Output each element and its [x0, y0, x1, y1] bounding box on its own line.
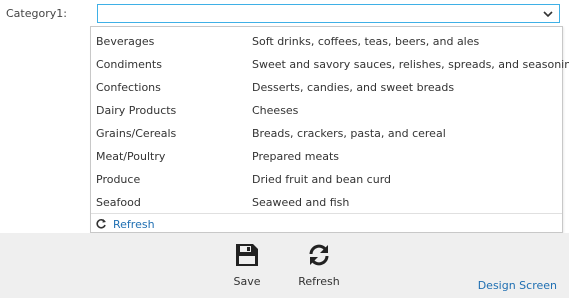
design-screen-link[interactable]: Design Screen: [478, 279, 557, 292]
list-item[interactable]: Meat/Poultry Prepared meats: [91, 144, 562, 167]
category-dropdown-list: Beverages Soft drinks, coffees, teas, be…: [90, 26, 569, 233]
category-description: Breads, crackers, pasta, and cereal: [252, 127, 446, 140]
floppy-disk-icon: [236, 244, 258, 266]
category-name: Confections: [96, 81, 161, 94]
category-description: Seaweed and fish: [252, 196, 350, 209]
refresh-icon: [309, 244, 329, 266]
category-description: Sweet and savory sauces, relishes, sprea…: [252, 58, 569, 71]
category-name: Condiments: [96, 58, 162, 71]
refresh-label: Refresh: [298, 275, 340, 288]
category-description: Soft drinks, coffees, teas, beers, and a…: [252, 35, 480, 48]
list-item[interactable]: Dairy Products Cheeses: [91, 98, 562, 121]
category-name: Beverages: [96, 35, 155, 48]
list-item[interactable]: Beverages Soft drinks, coffees, teas, be…: [91, 29, 562, 52]
list-item[interactable]: Grains/Cereals Breads, crackers, pasta, …: [91, 121, 562, 144]
refresh-button[interactable]: Refresh: [296, 233, 342, 298]
command-bar: Save Refresh Design Screen: [0, 233, 569, 298]
dropdown-refresh-label: Refresh: [113, 218, 155, 231]
list-item[interactable]: Produce Dried fruit and bean curd: [91, 167, 562, 190]
category-name: Meat/Poultry: [96, 150, 166, 163]
category-name: Grains/Cereals: [96, 127, 177, 140]
category-description: Desserts, candies, and sweet breads: [252, 81, 455, 94]
dropdown-divider: [91, 213, 562, 214]
refresh-icon: [96, 219, 106, 229]
category-combobox[interactable]: [97, 4, 560, 23]
save-label: Save: [233, 275, 261, 288]
category-description: Dried fruit and bean curd: [252, 173, 392, 186]
save-button[interactable]: Save: [227, 233, 267, 298]
category-label: Category1:: [6, 7, 67, 20]
category-name: Dairy Products: [96, 104, 177, 117]
category-name: Seafood: [96, 196, 141, 209]
list-item[interactable]: Confections Desserts, candies, and sweet…: [91, 75, 562, 98]
chevron-down-icon[interactable]: [542, 8, 554, 20]
list-item[interactable]: Seafood Seaweed and fish: [91, 190, 562, 213]
category-name: Produce: [96, 173, 141, 186]
category-description: Prepared meats: [252, 150, 340, 163]
form-area: Category1: Beverages Soft drinks, coffee…: [0, 0, 569, 233]
list-item[interactable]: Condiments Sweet and savory sauces, reli…: [91, 52, 569, 75]
category-description: Cheeses: [252, 104, 299, 117]
